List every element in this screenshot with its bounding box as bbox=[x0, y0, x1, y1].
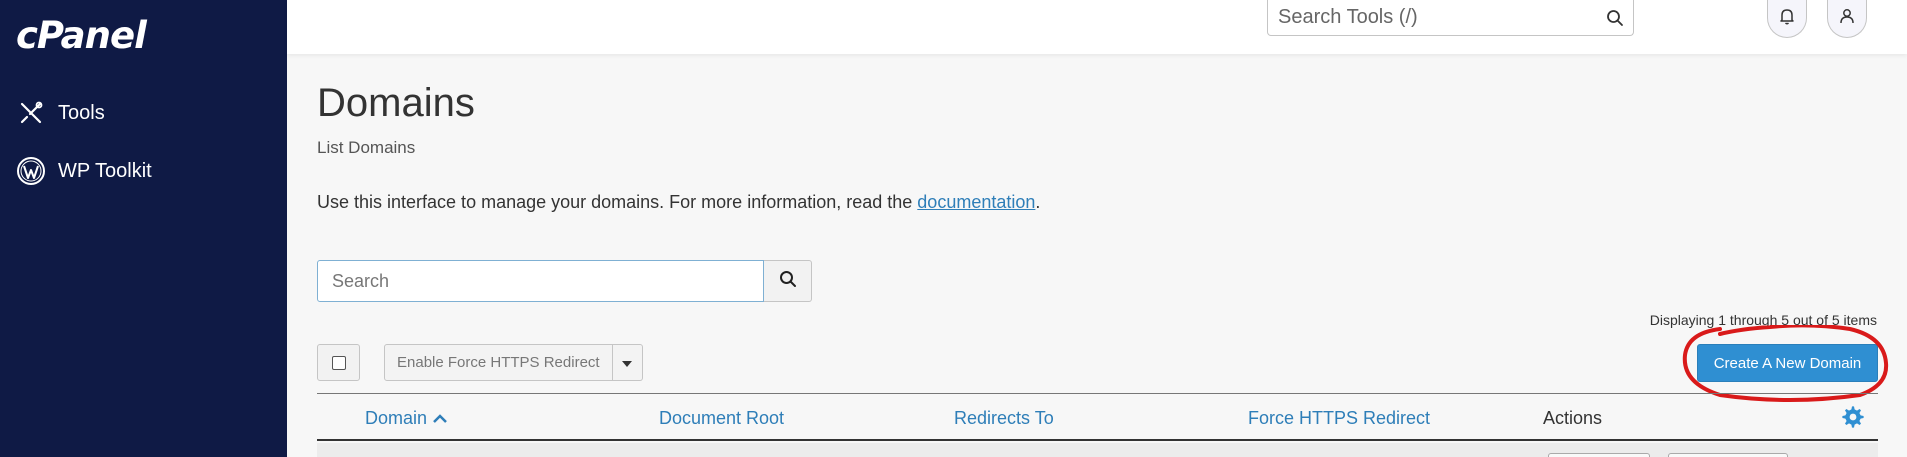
wordpress-icon bbox=[16, 156, 46, 186]
top-bar bbox=[287, 0, 1907, 54]
intro-body: Use this interface to manage your domain… bbox=[317, 192, 918, 212]
column-header-domain[interactable]: Domain bbox=[365, 408, 448, 429]
domain-search-input[interactable] bbox=[317, 260, 764, 302]
bulk-action-dropdown[interactable] bbox=[612, 344, 643, 381]
sidebar-item-wp-toolkit[interactable]: WP Toolkit bbox=[16, 151, 152, 191]
paging-info: Displaying 1 through 5 out of 5 items bbox=[1649, 312, 1877, 328]
notifications-button[interactable] bbox=[1767, 0, 1807, 38]
sidebar-item-tools[interactable]: Tools bbox=[16, 93, 105, 133]
bell-icon bbox=[1778, 7, 1796, 30]
row-action-button[interactable] bbox=[1548, 453, 1650, 457]
user-menu-button[interactable] bbox=[1827, 0, 1867, 38]
intro-text: Use this interface to manage your domain… bbox=[317, 192, 1040, 213]
search-icon[interactable] bbox=[1597, 1, 1633, 35]
column-header-actions: Actions bbox=[1543, 408, 1603, 428]
select-all-checkbox[interactable] bbox=[317, 344, 360, 381]
intro-end: . bbox=[1035, 192, 1041, 212]
column-header-force-https[interactable]: Force HTTPS Redirect bbox=[1248, 408, 1430, 429]
row-action-button[interactable] bbox=[1668, 453, 1788, 457]
sidebar-item-label: Tools bbox=[58, 101, 105, 124]
page-subtitle: List Domains bbox=[317, 138, 416, 157]
domain-search-button[interactable] bbox=[764, 260, 812, 302]
documentation-link[interactable]: documentation bbox=[917, 192, 1035, 212]
checkbox-square bbox=[331, 355, 346, 370]
tool-search-input[interactable] bbox=[1268, 6, 1597, 29]
create-new-domain-button[interactable]: Create A New Domain bbox=[1697, 344, 1878, 382]
sidebar: cPanel Tools WP Toolkit bbox=[0, 0, 287, 457]
column-header-redirects-to[interactable]: Redirects To bbox=[954, 408, 1054, 429]
cpanel-logo[interactable]: cPanel bbox=[16, 14, 147, 57]
table-header: Domain Document Root Redirects To Force … bbox=[317, 393, 1878, 441]
caret-down-icon bbox=[622, 354, 633, 372]
column-label: Domain bbox=[365, 408, 428, 428]
gear-icon[interactable] bbox=[1841, 405, 1865, 429]
sidebar-item-label: WP Toolkit bbox=[58, 159, 152, 182]
enable-force-https-button[interactable]: Enable Force HTTPS Redirect bbox=[384, 344, 613, 381]
user-icon bbox=[1838, 7, 1856, 30]
search-icon bbox=[779, 270, 797, 293]
sort-ascending-icon bbox=[432, 408, 448, 428]
tools-icon bbox=[16, 98, 46, 128]
domain-search bbox=[317, 260, 812, 302]
bulk-action-group: Enable Force HTTPS Redirect bbox=[384, 344, 643, 381]
column-header-document-root[interactable]: Document Root bbox=[659, 408, 784, 429]
tool-search bbox=[1267, 0, 1634, 36]
page-title: Domains bbox=[317, 81, 475, 125]
